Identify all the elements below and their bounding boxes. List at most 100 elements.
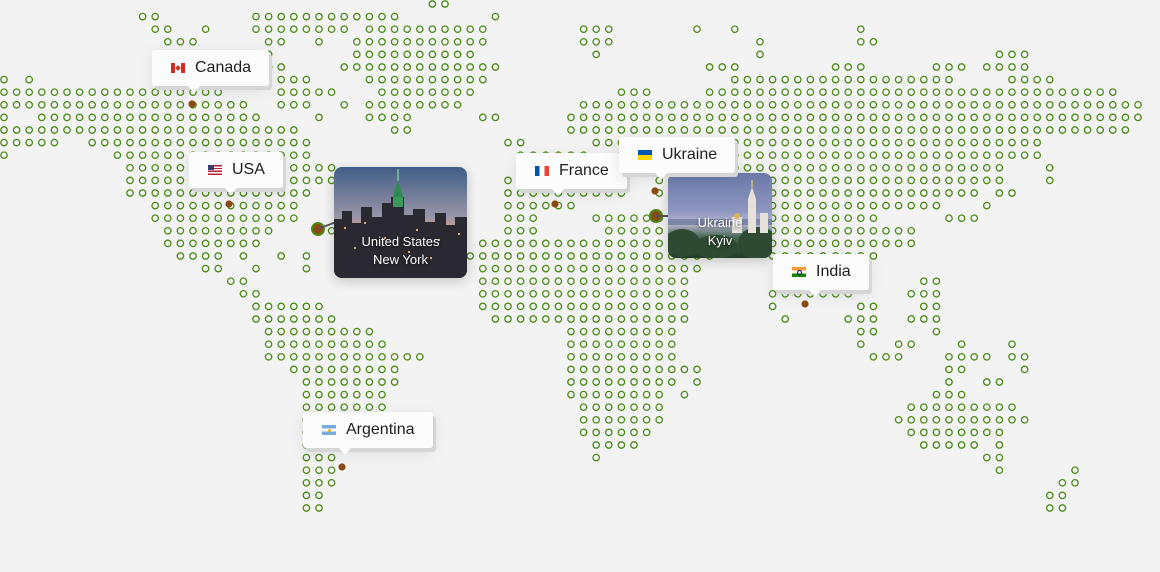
map-dot xyxy=(252,113,260,122)
map-dot xyxy=(819,189,827,197)
canada-pin[interactable] xyxy=(188,100,196,108)
map-dot xyxy=(617,352,626,361)
map-dot xyxy=(781,239,790,248)
map-dot xyxy=(756,50,764,59)
map-dot xyxy=(415,37,424,46)
map-dot xyxy=(579,189,588,197)
map-dot xyxy=(201,138,210,147)
map-dot xyxy=(214,126,223,134)
map-dot xyxy=(277,214,286,223)
map-dot xyxy=(680,315,689,323)
map-dot xyxy=(970,403,979,412)
france-callout[interactable]: France xyxy=(516,153,627,196)
map-dot xyxy=(617,302,626,311)
ukraine-callout[interactable]: Ukraine xyxy=(619,137,736,180)
map-dot xyxy=(642,352,651,361)
map-dot xyxy=(1033,126,1042,134)
ukraine-pin[interactable] xyxy=(651,187,659,195)
map-dot xyxy=(50,126,59,134)
map-dot xyxy=(995,176,1004,185)
map-dot xyxy=(957,415,966,424)
kyiv-pin[interactable] xyxy=(649,209,663,223)
map-dot xyxy=(516,239,525,248)
map-dot xyxy=(63,126,71,134)
map-dot xyxy=(781,201,790,210)
map-dot xyxy=(478,113,487,122)
map-dot xyxy=(352,365,361,374)
map-dot xyxy=(567,378,575,386)
map-dot xyxy=(138,138,147,147)
map-dot xyxy=(982,88,991,97)
map-dot xyxy=(289,100,298,109)
map-dot xyxy=(189,189,197,197)
map-dot xyxy=(667,113,676,122)
map-dot xyxy=(781,163,790,172)
map-dot xyxy=(768,138,777,147)
map-dot xyxy=(957,163,966,172)
argentina-pin[interactable] xyxy=(338,463,346,471)
map-dot xyxy=(113,100,122,109)
map-dot xyxy=(390,88,399,97)
map-dot xyxy=(1020,113,1029,122)
map-dot xyxy=(365,403,374,412)
map-dot xyxy=(869,252,878,260)
argentina-callout[interactable]: Argentina xyxy=(303,412,433,455)
map-dot xyxy=(655,252,664,260)
map-dot xyxy=(113,113,122,122)
map-dot xyxy=(932,138,941,147)
canada-callout[interactable]: Canada xyxy=(152,50,270,93)
map-dot xyxy=(1033,100,1042,109)
usa-pin[interactable] xyxy=(225,200,233,208)
map-dot xyxy=(113,138,122,147)
map-dot xyxy=(844,201,853,210)
map-dot xyxy=(945,403,953,412)
map-dot xyxy=(630,340,638,349)
map-dot xyxy=(844,100,853,109)
map-dot xyxy=(302,491,311,500)
map-dot xyxy=(151,88,160,97)
map-dot xyxy=(567,239,575,248)
map-dot xyxy=(844,138,853,147)
map-dot xyxy=(302,252,311,260)
map-dot xyxy=(907,88,916,97)
map-dot xyxy=(630,403,638,412)
kyiv-photo-card[interactable]: Ukraine Kyiv xyxy=(668,173,772,258)
india-pin[interactable] xyxy=(801,300,809,308)
map-dot xyxy=(705,63,714,71)
map-dot xyxy=(1045,163,1054,172)
map-dot xyxy=(579,289,588,298)
map-dot xyxy=(617,189,626,197)
map-dot xyxy=(932,75,941,84)
map-dot xyxy=(541,189,550,197)
map-dot xyxy=(592,50,601,59)
map-dot xyxy=(277,63,286,71)
map-dot xyxy=(844,289,853,298)
map-dot xyxy=(1033,151,1042,160)
newyork-photo-card[interactable]: United States New York xyxy=(334,167,467,278)
map-dot xyxy=(1083,88,1092,97)
map-dot xyxy=(315,113,323,122)
map-dot xyxy=(365,100,374,109)
map-dot xyxy=(806,126,815,134)
map-dot xyxy=(352,340,361,349)
canada-label: Canada xyxy=(195,59,252,76)
usa-callout[interactable]: USA xyxy=(189,152,283,195)
map-dot xyxy=(1096,100,1105,109)
map-dot xyxy=(919,88,928,97)
map-dot xyxy=(302,352,311,361)
map-dot xyxy=(277,252,286,260)
map-dot xyxy=(919,403,928,412)
france-pin[interactable] xyxy=(551,200,559,208)
newyork-pin[interactable] xyxy=(311,222,325,236)
map-dot xyxy=(907,403,916,412)
map-dot xyxy=(970,428,979,437)
map-dot xyxy=(945,63,953,71)
map-dot xyxy=(604,390,613,399)
map-dot xyxy=(428,63,437,71)
map-dot xyxy=(327,352,336,361)
map-dot xyxy=(705,113,714,122)
map-dot xyxy=(0,75,8,84)
map-dot xyxy=(907,176,916,185)
india-callout[interactable]: India xyxy=(773,254,869,297)
map-dot xyxy=(37,126,46,134)
